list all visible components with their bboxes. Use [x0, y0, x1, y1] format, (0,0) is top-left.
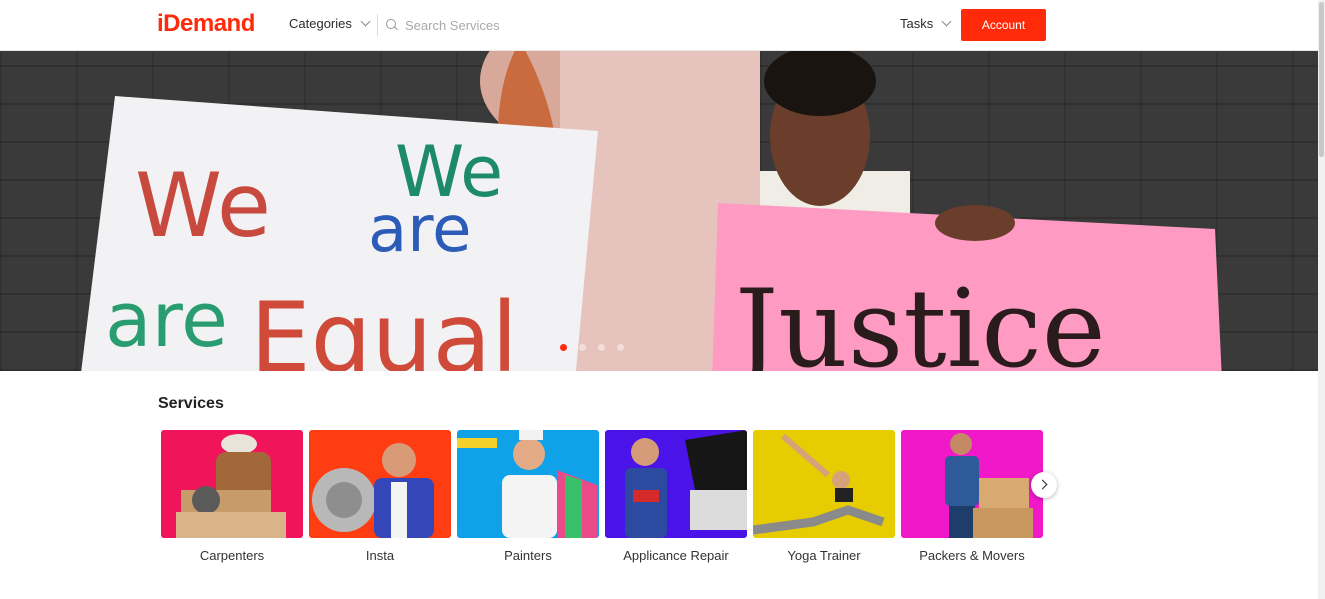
services-carousel: Carpenters Insta Painters Applicance Rep… — [161, 430, 1043, 563]
carousel-dot-4[interactable] — [617, 344, 624, 351]
yoga-trainer-image — [753, 430, 895, 538]
sign-text-equal: Equal — [250, 282, 518, 371]
service-card-painters[interactable]: Painters — [457, 430, 599, 563]
scrollbar-thumb[interactable] — [1319, 2, 1324, 157]
chevron-down-icon — [941, 16, 952, 27]
sign-text-we-1: We — [135, 154, 271, 257]
tasks-label: Tasks — [900, 16, 934, 31]
service-label: Carpenters — [199, 548, 265, 563]
sign-text-are-1: are — [368, 193, 472, 267]
service-label: Yoga Trainer — [787, 548, 861, 563]
brand-logo[interactable]: iDemand — [157, 10, 255, 38]
carousel-next-button[interactable] — [1031, 472, 1057, 498]
hand-right — [935, 205, 1015, 241]
search-bar — [386, 14, 686, 36]
hero-image: We We are are Equal Justice — [81, 51, 1222, 371]
service-card-packers-movers[interactable]: Packers & Movers — [901, 430, 1043, 563]
hero-carousel: We We are are Equal Justice — [0, 51, 1318, 371]
insta-image — [309, 430, 451, 538]
sign-text-are-2: are — [105, 275, 228, 364]
carousel-dot-1[interactable] — [560, 344, 567, 351]
service-card-carpenters[interactable]: Carpenters — [161, 430, 303, 563]
painter-image — [457, 430, 599, 538]
service-card-insta[interactable]: Insta — [309, 430, 451, 563]
service-label: Packers & Movers — [919, 548, 1025, 563]
search-input[interactable] — [405, 17, 665, 33]
carousel-dot-2[interactable] — [579, 344, 586, 351]
service-card-yoga-trainer[interactable]: Yoga Trainer — [753, 430, 895, 563]
tasks-dropdown[interactable]: Tasks — [900, 16, 952, 31]
service-label: Painters — [504, 548, 552, 563]
carousel-dot-3[interactable] — [598, 344, 605, 351]
nav-divider — [377, 14, 378, 36]
categories-dropdown[interactable]: Categories — [289, 16, 371, 31]
top-navbar: iDemand Categories Tasks Account — [0, 0, 1318, 51]
sign-text-justice: Justice — [725, 267, 1106, 371]
services-heading: Services — [158, 395, 224, 412]
account-button[interactable]: Account — [961, 9, 1046, 41]
carousel-dots — [560, 344, 624, 351]
service-label: Applicance Repair — [623, 548, 729, 563]
service-card-appliance-repair[interactable]: Applicance Repair — [605, 430, 747, 563]
carpenter-image — [161, 430, 303, 538]
categories-label: Categories — [289, 16, 352, 31]
page-scrollbar[interactable] — [1318, 0, 1325, 599]
chevron-down-icon — [360, 16, 371, 27]
packers-movers-image — [901, 430, 1043, 538]
appliance-repair-image — [605, 430, 747, 538]
service-label: Insta — [365, 548, 395, 563]
search-icon — [386, 19, 398, 31]
